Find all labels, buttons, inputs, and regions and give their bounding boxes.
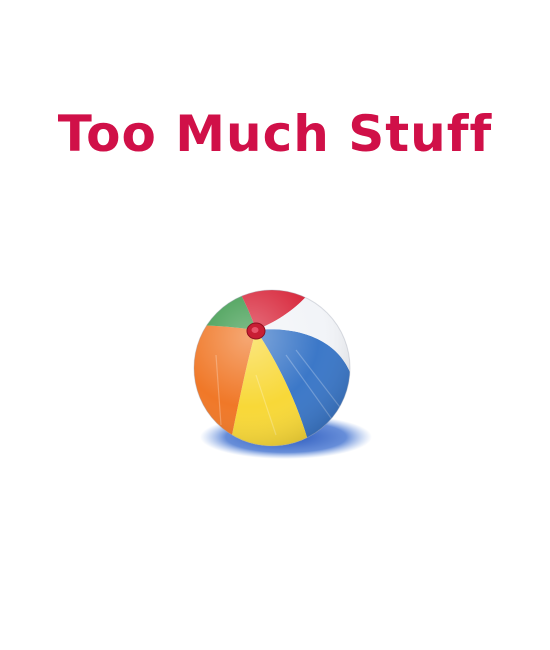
beach-ball-icon (186, 285, 374, 465)
page-title: Too Much Stuff (57, 105, 493, 163)
book-page: Too Much Stuff (0, 0, 550, 650)
